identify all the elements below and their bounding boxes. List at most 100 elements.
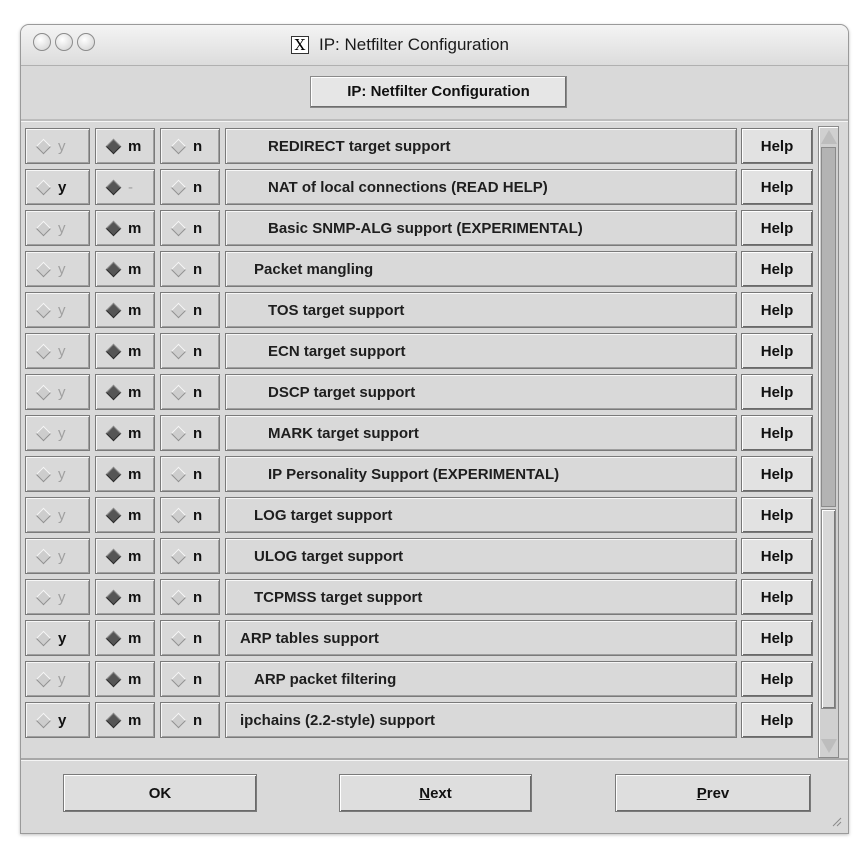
option-n-cell[interactable]: n: [160, 579, 220, 615]
option-y-cell[interactable]: y: [25, 210, 90, 246]
option-m-cell[interactable]: m: [95, 620, 155, 656]
radio-y[interactable]: y: [26, 343, 66, 360]
help-button[interactable]: Help: [741, 292, 813, 328]
radio-n[interactable]: n: [161, 671, 202, 688]
option-n-cell[interactable]: n: [160, 415, 220, 451]
radio-n[interactable]: n: [161, 220, 202, 237]
ok-button[interactable]: OK: [63, 774, 257, 812]
help-button[interactable]: Help: [741, 251, 813, 287]
option-n-cell[interactable]: n: [160, 251, 220, 287]
radio-n[interactable]: n: [161, 507, 202, 524]
radio-n[interactable]: n: [161, 343, 202, 360]
radio-m[interactable]: m: [96, 138, 141, 155]
radio-y[interactable]: y: [26, 548, 66, 565]
option-n-cell[interactable]: n: [160, 456, 220, 492]
radio-y[interactable]: y: [26, 179, 66, 196]
radio-y[interactable]: y: [26, 302, 66, 319]
radio-m[interactable]: m: [96, 425, 141, 442]
radio-y[interactable]: y: [26, 220, 66, 237]
radio-n[interactable]: n: [161, 138, 202, 155]
radio-y[interactable]: y: [26, 507, 66, 524]
radio-n[interactable]: n: [161, 712, 202, 729]
option-y-cell[interactable]: y: [25, 292, 90, 328]
radio-y[interactable]: y: [26, 425, 66, 442]
help-button[interactable]: Help: [741, 538, 813, 574]
radio-m[interactable]: m: [96, 343, 141, 360]
scroll-up-arrow-icon[interactable]: [821, 130, 837, 144]
resize-grip-icon[interactable]: [830, 815, 842, 827]
radio-n[interactable]: n: [161, 179, 202, 196]
option-y-cell[interactable]: y: [25, 374, 90, 410]
option-y-cell[interactable]: y: [25, 579, 90, 615]
radio-m[interactable]: m: [96, 220, 141, 237]
zoom-window-button[interactable]: [77, 33, 95, 51]
help-button[interactable]: Help: [741, 661, 813, 697]
option-y-cell[interactable]: y: [25, 251, 90, 287]
option-m-cell[interactable]: m: [95, 702, 155, 738]
radio-m[interactable]: m: [96, 548, 141, 565]
radio-y[interactable]: y: [26, 671, 66, 688]
radio-y[interactable]: y: [26, 466, 66, 483]
radio-m[interactable]: m: [96, 466, 141, 483]
section-header-button[interactable]: IP: Netfilter Configuration: [310, 76, 567, 108]
radio-m[interactable]: -: [96, 179, 133, 196]
option-y-cell[interactable]: y: [25, 497, 90, 533]
radio-y[interactable]: y: [26, 384, 66, 401]
radio-n[interactable]: n: [161, 466, 202, 483]
option-m-cell[interactable]: m: [95, 538, 155, 574]
minimize-window-button[interactable]: [55, 33, 73, 51]
option-n-cell[interactable]: n: [160, 620, 220, 656]
option-m-cell[interactable]: m: [95, 415, 155, 451]
option-y-cell[interactable]: y: [25, 620, 90, 656]
option-y-cell[interactable]: y: [25, 415, 90, 451]
radio-m[interactable]: m: [96, 507, 141, 524]
title-bar[interactable]: X IP: Netfilter Configuration: [21, 25, 848, 66]
help-button[interactable]: Help: [741, 456, 813, 492]
option-y-cell[interactable]: y: [25, 456, 90, 492]
close-window-button[interactable]: [33, 33, 51, 51]
radio-n[interactable]: n: [161, 425, 202, 442]
radio-m[interactable]: m: [96, 630, 141, 647]
radio-n[interactable]: n: [161, 384, 202, 401]
scrollbar-trough[interactable]: [821, 147, 836, 507]
radio-m[interactable]: m: [96, 589, 141, 606]
radio-y[interactable]: y: [26, 712, 66, 729]
option-n-cell[interactable]: n: [160, 497, 220, 533]
radio-y[interactable]: y: [26, 138, 66, 155]
radio-y[interactable]: y: [26, 589, 66, 606]
option-n-cell[interactable]: n: [160, 374, 220, 410]
radio-m[interactable]: m: [96, 671, 141, 688]
help-button[interactable]: Help: [741, 169, 813, 205]
option-m-cell[interactable]: m: [95, 251, 155, 287]
option-n-cell[interactable]: n: [160, 169, 220, 205]
option-n-cell[interactable]: n: [160, 661, 220, 697]
option-n-cell[interactable]: n: [160, 210, 220, 246]
radio-m[interactable]: m: [96, 261, 141, 278]
radio-m[interactable]: m: [96, 712, 141, 729]
vertical-scrollbar[interactable]: [818, 126, 839, 758]
help-button[interactable]: Help: [741, 333, 813, 369]
option-n-cell[interactable]: n: [160, 333, 220, 369]
help-button[interactable]: Help: [741, 620, 813, 656]
option-y-cell[interactable]: y: [25, 169, 90, 205]
radio-n[interactable]: n: [161, 630, 202, 647]
help-button[interactable]: Help: [741, 497, 813, 533]
option-n-cell[interactable]: n: [160, 292, 220, 328]
option-y-cell[interactable]: y: [25, 333, 90, 369]
option-m-cell[interactable]: -: [95, 169, 155, 205]
scroll-down-arrow-icon[interactable]: [821, 739, 837, 753]
help-button[interactable]: Help: [741, 210, 813, 246]
help-button[interactable]: Help: [741, 415, 813, 451]
radio-n[interactable]: n: [161, 302, 202, 319]
option-y-cell[interactable]: y: [25, 128, 90, 164]
option-m-cell[interactable]: m: [95, 128, 155, 164]
next-button[interactable]: Next: [339, 774, 532, 812]
option-m-cell[interactable]: m: [95, 210, 155, 246]
option-y-cell[interactable]: y: [25, 702, 90, 738]
radio-m[interactable]: m: [96, 384, 141, 401]
option-m-cell[interactable]: m: [95, 292, 155, 328]
option-m-cell[interactable]: m: [95, 456, 155, 492]
option-m-cell[interactable]: m: [95, 333, 155, 369]
option-m-cell[interactable]: m: [95, 374, 155, 410]
option-n-cell[interactable]: n: [160, 538, 220, 574]
